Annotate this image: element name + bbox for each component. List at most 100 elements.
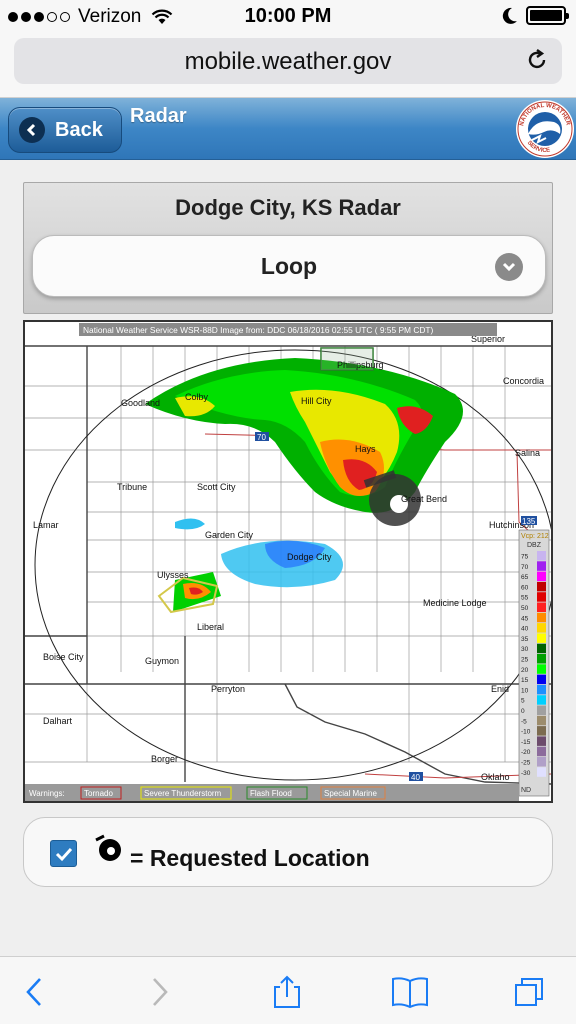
dbz-level-swatch (537, 664, 546, 674)
dbz-level-swatch (537, 551, 546, 561)
back-button[interactable]: Back (8, 107, 122, 153)
radar-image[interactable]: Phillipsburg Superior Goodland Colby Hil… (23, 320, 553, 803)
radar-header-panel: Dodge City, KS Radar Loop (23, 182, 553, 314)
city-label: Guymon (145, 656, 179, 666)
back-arrow-icon[interactable] (18, 975, 52, 1009)
warning-tornado: Tornado (84, 789, 113, 798)
requested-location-label: = Requested Location (130, 845, 370, 871)
share-icon[interactable] (270, 975, 304, 1009)
url-text[interactable]: mobile.weather.gov (14, 48, 562, 76)
dbz-level-label: -30 (521, 770, 531, 777)
dbz-level-label: 65 (521, 574, 529, 581)
city-label: Oklaho (481, 772, 510, 782)
dbz-level-swatch (537, 726, 546, 736)
dbz-level-swatch (537, 715, 546, 726)
dbz-level-label: 75 (521, 554, 529, 561)
dbz-level-swatch (537, 674, 546, 685)
chevron-left-icon (19, 117, 45, 143)
dbz-level-label: 5 (521, 698, 525, 705)
dbz-level-label: 15 (521, 677, 529, 684)
dbz-level-label: 60 (521, 584, 529, 591)
nws-logo[interactable]: NATIONAL WEATHER SERVICE (514, 98, 576, 160)
city-label: Hays (355, 444, 376, 454)
city-label: Dodge City (287, 552, 332, 562)
radar-mode-value: Loop (260, 253, 318, 279)
radar-caption: National Weather Service WSR-88D Image f… (83, 325, 434, 335)
dbz-level-swatch (537, 705, 546, 715)
city-label: Medicine Lodge (423, 598, 487, 608)
vcp-label: Vcp: 212 (521, 533, 549, 540)
city-label: Garden City (205, 530, 254, 540)
chevron-down-icon (495, 253, 523, 281)
city-label: Perryton (211, 684, 245, 694)
city-label: Borger (151, 754, 178, 764)
requested-location-checkbox[interactable] (50, 840, 77, 867)
city-label: Lamar (33, 520, 59, 530)
dbz-level-label: -25 (521, 760, 531, 767)
reload-icon[interactable] (524, 47, 550, 73)
city-label: Great Bend (401, 494, 447, 504)
dbz-level-swatch (537, 684, 546, 695)
dbz-level-label: 10 (521, 687, 529, 694)
requested-location-box: = Requested Location (23, 817, 553, 887)
dbz-level-swatch (537, 561, 546, 571)
dbz-level-swatch (537, 654, 546, 664)
dbz-level-swatch (537, 633, 546, 643)
warning-flash-flood: Flash Flood (250, 789, 292, 798)
dbz-level-label: 0 (521, 708, 525, 715)
dbz-level-label: -10 (521, 729, 531, 736)
back-label: Back (55, 118, 103, 141)
city-label: Goodland (121, 398, 160, 408)
address-bar[interactable]: mobile.weather.gov (14, 38, 562, 84)
dbz-level-swatch (537, 736, 546, 746)
dbz-level-label: 50 (521, 605, 529, 612)
dbz-level-swatch (537, 623, 546, 633)
dbz-level-swatch (537, 746, 546, 757)
city-label: Liberal (197, 622, 224, 632)
city-label: Tribune (117, 482, 147, 492)
radar-mode-select[interactable]: Loop (32, 235, 546, 297)
city-label: Salina (515, 448, 540, 458)
bookmarks-icon[interactable] (390, 975, 430, 1009)
app-header: Back Radar NATIONAL WEATHER SERVICE (0, 98, 576, 160)
dbz-level-swatch (537, 767, 546, 777)
city-label: Colby (185, 392, 209, 402)
dbz-level-swatch (537, 757, 546, 767)
dbz-level-swatch (537, 602, 546, 612)
dbz-level-swatch (537, 612, 546, 623)
city-label: Boise City (43, 652, 84, 662)
dbz-level-label: -20 (521, 749, 531, 756)
location-marker-icon (95, 834, 121, 861)
dbz-level-swatch (537, 592, 546, 602)
warning-special-marine: Special Marine (324, 789, 377, 798)
highway-shield: 70 (257, 433, 266, 442)
dbz-level-label: -5 (521, 718, 527, 725)
highway-shield: 135 (522, 517, 536, 526)
dbz-level-swatch (537, 571, 546, 582)
city-label: Ulysses (157, 570, 189, 580)
dbz-level-label: 35 (521, 636, 529, 643)
dbz-level-swatch (537, 581, 546, 592)
page-title: Radar (130, 105, 187, 127)
dbz-level-swatch (537, 643, 546, 654)
dbz-level-label: 20 (521, 667, 529, 674)
browser-address-area: mobile.weather.gov (0, 34, 576, 98)
nd-label: ND (521, 787, 531, 794)
dbz-level-label: 45 (521, 615, 529, 622)
battery-icon (526, 6, 569, 25)
moon-icon (502, 7, 517, 24)
forward-arrow-icon[interactable] (142, 975, 176, 1009)
dbz-level-label: 40 (521, 626, 529, 633)
warnings-label: Warnings: (29, 789, 65, 798)
radar-title: Dodge City, KS Radar (175, 195, 401, 220)
city-label: Hill City (301, 396, 332, 406)
dbz-level-label: 30 (521, 646, 529, 653)
dbz-level-label: 70 (521, 564, 529, 571)
dbz-level-swatch (537, 695, 546, 705)
city-label: Enid (491, 684, 509, 694)
clock: 10:00 PM (244, 5, 332, 27)
dbz-level-label: 25 (521, 657, 529, 664)
tabs-icon[interactable] (512, 975, 546, 1009)
city-label: Scott City (197, 482, 236, 492)
highway-shield: 40 (411, 773, 420, 782)
